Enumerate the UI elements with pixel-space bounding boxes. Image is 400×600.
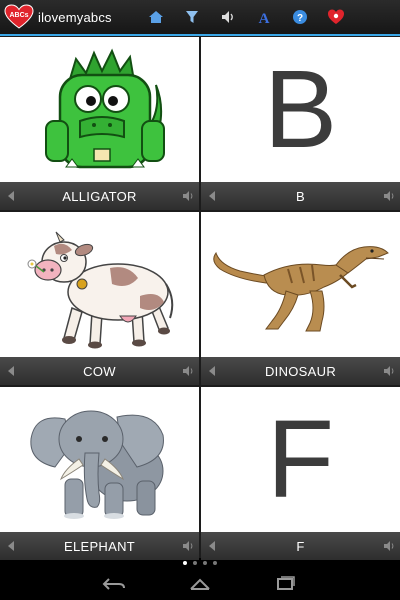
flashcard-bar: F [201,532,400,560]
svg-text:A: A [259,11,270,25]
flashcard-alligator[interactable]: ALLIGATOR [0,37,199,210]
flashcard-bar: COW [0,357,199,385]
flashcard-dinosaur[interactable]: DINOSAUR [201,212,400,385]
letter-glyph: B [263,48,338,171]
sound-icon[interactable] [378,182,400,210]
flashcard-f[interactable]: F F [201,387,400,560]
page-dot[interactable] [203,561,207,565]
flashcard-label: COW [83,363,116,379]
help-icon[interactable]: ? [282,0,318,34]
page-dot[interactable] [213,561,217,565]
previous-arrow-icon[interactable] [201,532,223,560]
sound-icon[interactable] [177,182,199,210]
filter-icon[interactable] [174,0,210,34]
sound-icon[interactable] [177,532,199,560]
app-logo-text: ABCs [9,12,28,19]
recent-apps-icon[interactable] [271,572,301,596]
heart-icon[interactable] [318,0,354,34]
sound-icon[interactable] [378,357,400,385]
previous-arrow-icon[interactable] [201,182,223,210]
flashcard-grid: ALLIGATOR B B COW DINOSAUR ELEPHANT F F [0,36,400,560]
cow-image [0,212,199,357]
flashcard-label: ALLIGATOR [62,188,137,204]
dinosaur-image [201,212,400,357]
flashcard-cow[interactable]: COW [0,212,199,385]
sound-icon[interactable] [177,357,199,385]
flashcard-label: F [296,538,305,554]
letter-display: F [201,387,400,532]
app-title: ilovemyabcs [38,9,112,25]
flashcard-bar: DINOSAUR [201,357,400,385]
previous-arrow-icon[interactable] [0,357,22,385]
alligator-image [0,37,199,182]
page-dot-active[interactable] [183,561,187,565]
home-icon[interactable] [138,0,174,34]
app-toolbar: ABCs ilovemyabcs A ? [0,0,400,34]
flashcard-label: ELEPHANT [63,538,136,554]
previous-arrow-icon[interactable] [201,357,223,385]
flashcard-bar: ELEPHANT [0,532,199,560]
speaker-icon[interactable] [210,0,246,34]
elephant-image [0,387,199,532]
flashcard-elephant[interactable]: ELEPHANT [0,387,199,560]
flashcard-bar: ALLIGATOR [0,182,199,210]
previous-arrow-icon[interactable] [0,182,22,210]
flashcard-label: DINOSAUR [264,363,337,379]
previous-arrow-icon[interactable] [0,532,22,560]
letter-display: B [201,37,400,182]
flashcard-bar: B [201,182,400,210]
page-dot[interactable] [193,561,197,565]
svg-text:?: ? [297,13,303,24]
page-indicator [0,558,400,568]
font-icon[interactable]: A [246,0,282,34]
system-navigation-bar [0,568,400,600]
flashcard-label: B [296,188,305,204]
flashcard-b[interactable]: B B [201,37,400,210]
app-logo-icon[interactable]: ABCs [4,4,34,30]
letter-glyph: F [266,398,335,521]
sound-icon[interactable] [378,532,400,560]
home-button-icon[interactable] [185,572,215,596]
back-icon[interactable] [99,572,129,596]
